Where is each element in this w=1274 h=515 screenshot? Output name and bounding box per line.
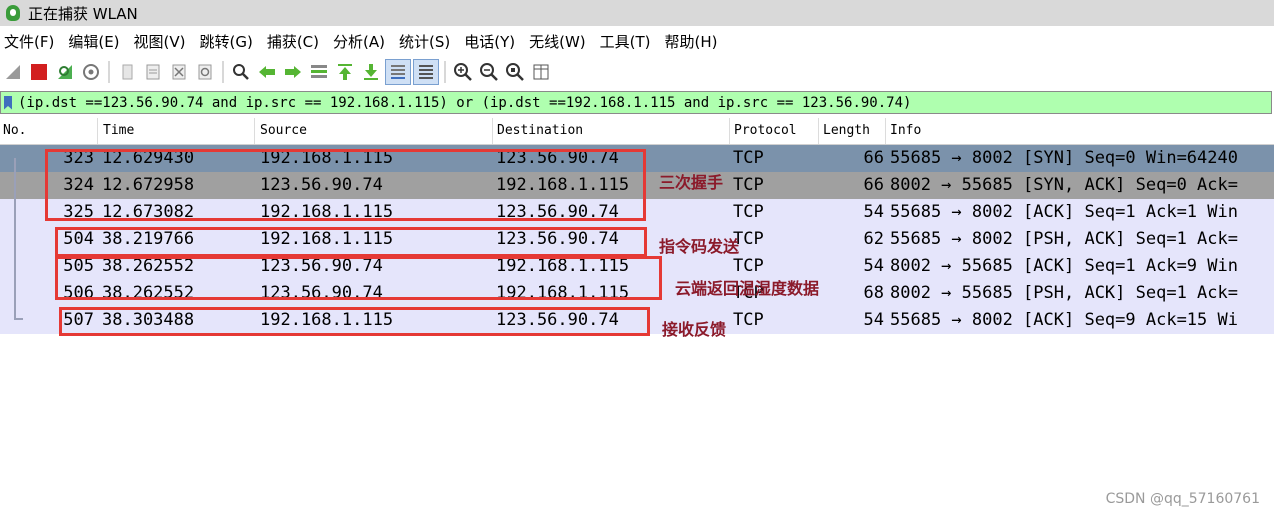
open-file-icon[interactable] [115,60,139,84]
packet-protocol: TCP [733,310,764,330]
reload-file-icon[interactable] [193,60,217,84]
filter-bookmark-icon[interactable] [4,95,12,110]
packet-length: 54 [863,310,884,330]
menu-statistics[interactable]: 统计(S) [395,31,458,52]
colorize-icon[interactable] [413,59,439,85]
menu-go[interactable]: 跳转(G) [196,31,261,52]
stop-capture-icon[interactable] [27,60,51,84]
title-bar: 正在捕获 WLAN [0,0,1274,26]
annotation-cloud-return: 云端返回温湿度数据 [675,279,820,298]
shark-fin-start-icon[interactable] [1,60,25,84]
csdn-watermark: CSDN @qq_57160761 [1105,491,1260,507]
menu-bar: 文件(F) 编辑(E) 视图(V) 跳转(G) 捕获(C) 分析(A) 统计(S… [0,27,1274,55]
packet-protocol: TCP [733,148,764,168]
toolbar-separator [108,61,110,83]
conversation-bracket-line [14,158,16,320]
column-header-time[interactable]: Time [100,118,255,144]
packet-info: 55685 → 8002 [ACK] Seq=9 Ack=15 Wi [890,310,1238,330]
column-header-info[interactable]: Info [887,118,1274,144]
command-highlight-box [55,227,647,257]
zoom-normal-icon[interactable] [503,60,527,84]
menu-help[interactable]: 帮助(H) [661,31,726,52]
resize-columns-icon[interactable] [529,60,553,84]
column-header-source[interactable]: Source [257,118,493,144]
close-file-icon[interactable] [167,60,191,84]
packet-length: 54 [863,256,884,276]
toolbar-separator [222,61,224,83]
window-title: 正在捕获 WLAN [28,4,138,23]
packet-protocol: TCP [733,175,764,195]
zoom-out-icon[interactable] [477,60,501,84]
toolbar-separator [444,61,446,83]
wireshark-app-icon [6,5,20,21]
packet-length: 66 [863,148,884,168]
main-toolbar [0,56,1274,88]
menu-analyze[interactable]: 分析(A) [329,31,393,52]
go-to-packet-icon[interactable] [307,60,331,84]
annotation-handshake: 三次握手 [659,173,724,192]
find-packet-icon[interactable] [229,60,253,84]
display-filter-input[interactable]: (ip.dst ==123.56.90.74 and ip.src == 192… [18,95,911,111]
packet-info: 55685 → 8002 [ACK] Seq=1 Ack=1 Win [890,202,1238,222]
menu-view[interactable]: 视图(V) [130,31,194,52]
packet-info: 8002 → 55685 [ACK] Seq=1 Ack=9 Win [890,256,1238,276]
save-file-icon[interactable] [141,60,165,84]
column-header-protocol[interactable]: Protocol [731,118,819,144]
column-header-no[interactable]: No. [0,118,98,144]
menu-telephony[interactable]: 电话(Y) [460,31,523,52]
packet-info: 55685 → 8002 [PSH, ACK] Seq=1 Ack= [890,229,1238,249]
packet-info: 8002 → 55685 [PSH, ACK] Seq=1 Ack= [890,283,1238,303]
autoscroll-icon[interactable] [385,59,411,85]
go-first-icon[interactable] [333,60,357,84]
packet-length: 54 [863,202,884,222]
menu-tools[interactable]: 工具(T) [596,31,659,52]
menu-wireless[interactable]: 无线(W) [525,31,594,52]
packet-length: 68 [863,283,884,303]
handshake-highlight-box [45,149,646,221]
menu-capture[interactable]: 捕获(C) [263,31,327,52]
display-filter-bar[interactable]: (ip.dst ==123.56.90.74 and ip.src == 192… [0,91,1272,114]
packet-protocol: TCP [733,202,764,222]
packet-length: 66 [863,175,884,195]
cloud-return-highlight-box [55,256,662,300]
annotation-command-send: 指令码发送 [659,237,740,256]
column-header-destination[interactable]: Destination [494,118,730,144]
capture-options-icon[interactable] [79,60,103,84]
packet-length: 62 [863,229,884,249]
packet-info: 8002 → 55685 [SYN, ACK] Seq=0 Ack= [890,175,1238,195]
packet-list-header: No. Time Source Destination Protocol Len… [0,118,1274,145]
menu-edit[interactable]: 编辑(E) [64,31,127,52]
go-back-icon[interactable] [255,60,279,84]
menu-file[interactable]: 文件(F) [0,31,62,52]
column-header-length[interactable]: Length [820,118,886,144]
conversation-bracket-end [14,318,23,320]
zoom-in-icon[interactable] [451,60,475,84]
feedback-highlight-box [59,307,650,336]
packet-info: 55685 → 8002 [SYN] Seq=0 Win=64240 [890,148,1238,168]
restart-capture-icon[interactable] [53,60,77,84]
go-forward-icon[interactable] [281,60,305,84]
annotation-receive-feedback: 接收反馈 [662,320,727,339]
go-last-icon[interactable] [359,60,383,84]
